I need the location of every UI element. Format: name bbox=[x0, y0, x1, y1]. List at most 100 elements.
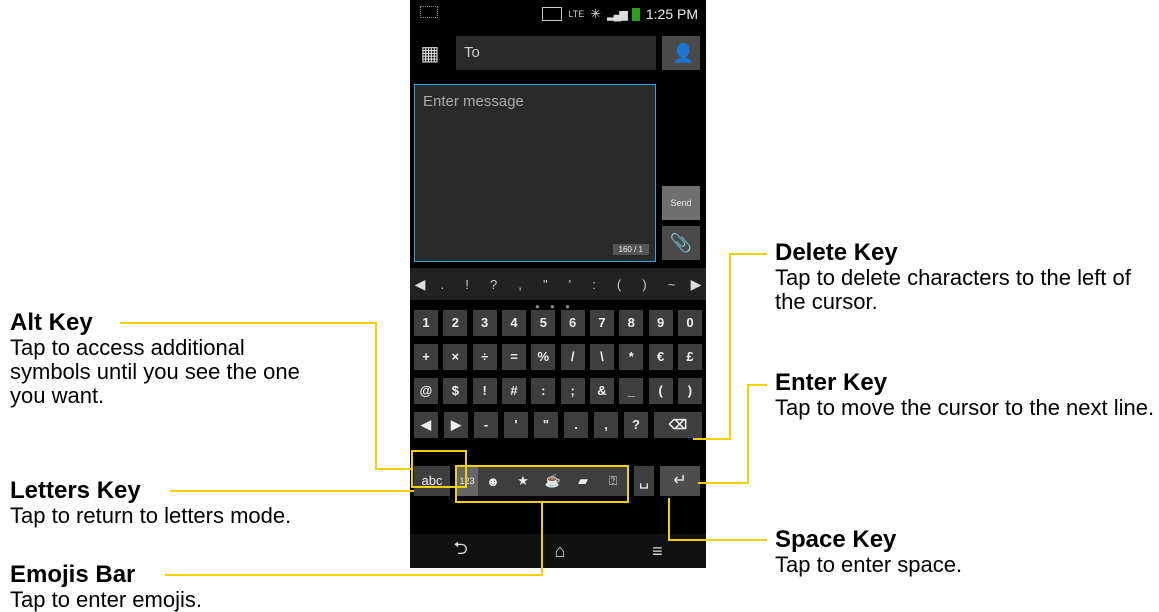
key[interactable]: ; bbox=[560, 378, 585, 404]
space-key-desc: Tap to enter space. bbox=[775, 552, 963, 577]
alt-key-callout: Alt Key Tap to access additional symbols… bbox=[10, 310, 350, 408]
key[interactable]: _ bbox=[619, 378, 644, 404]
symbol-suggestion[interactable]: ( bbox=[617, 277, 621, 292]
key[interactable]: 6 bbox=[560, 310, 585, 336]
key[interactable]: % bbox=[531, 344, 556, 370]
cursor-right-key[interactable]: ▶ bbox=[444, 412, 468, 438]
key[interactable]: 8 bbox=[619, 310, 644, 336]
letters-key-callout: Letters Key Tap to return to letters mod… bbox=[10, 478, 390, 528]
delete-key-line-h bbox=[693, 438, 730, 440]
key[interactable]: × bbox=[443, 344, 468, 370]
back-icon[interactable]: ⮌ bbox=[453, 536, 467, 566]
scroll-right-icon[interactable]: ▶ bbox=[686, 276, 706, 293]
key[interactable]: ' bbox=[504, 412, 528, 438]
key[interactable]: , bbox=[594, 412, 618, 438]
key[interactable]: 5 bbox=[531, 310, 556, 336]
key[interactable]: 3 bbox=[472, 310, 497, 336]
key-row-3: @ $! #:; & _() bbox=[410, 378, 706, 404]
message-placeholder: Enter message bbox=[423, 93, 524, 110]
alt-key-line-v bbox=[375, 322, 377, 469]
symbol-suggestion[interactable]: ) bbox=[642, 277, 646, 292]
key[interactable]: + bbox=[414, 344, 438, 370]
enter-key[interactable]: ↵ bbox=[660, 466, 700, 496]
symbol-suggestion[interactable]: , bbox=[518, 277, 522, 292]
key[interactable]: 9 bbox=[648, 310, 673, 336]
key[interactable]: € bbox=[648, 344, 673, 370]
key-row-2: + × ÷ =% / \ * € £ bbox=[410, 344, 706, 370]
navigation-bar: ⮌ ⌂ ≡ bbox=[410, 534, 706, 568]
delete-key-desc: Tap to delete characters to the left of … bbox=[775, 265, 1131, 314]
symbol-suggestion[interactable]: ? bbox=[490, 277, 497, 292]
key[interactable]: ) bbox=[677, 378, 702, 404]
cursor-left-key[interactable]: ◀ bbox=[414, 412, 438, 438]
enter-key-callout: Enter Key Tap to move the cursor to the … bbox=[775, 370, 1155, 420]
delete-key-callout: Delete Key Tap to delete characters to t… bbox=[775, 240, 1155, 314]
clock: 1:25 PM bbox=[645, 6, 698, 22]
home-icon[interactable]: ⌂ bbox=[555, 541, 566, 562]
space-key-line-v bbox=[668, 498, 670, 540]
key[interactable]: ( bbox=[648, 378, 673, 404]
to-field[interactable]: To bbox=[456, 36, 656, 70]
key[interactable]: : bbox=[531, 378, 556, 404]
keyboard: 1234567890 + × ÷ =% / \ * € £ @ $! #:; & _() ◀ ▶ - ' "… bbox=[410, 310, 706, 446]
scroll-left-icon[interactable]: ◀ bbox=[410, 276, 430, 293]
key[interactable]: $ bbox=[443, 378, 468, 404]
key[interactable]: \ bbox=[589, 344, 614, 370]
emojis-bar-title: Emojis Bar bbox=[10, 561, 136, 588]
send-button[interactable]: Send bbox=[662, 186, 700, 220]
enter-key-line-h bbox=[698, 482, 748, 484]
notification-icon bbox=[420, 6, 438, 18]
key[interactable]: & bbox=[589, 378, 614, 404]
key[interactable]: " bbox=[534, 412, 558, 438]
add-contact-button[interactable]: 👤 bbox=[662, 36, 700, 70]
symbol-suggestion[interactable]: ' bbox=[569, 277, 571, 292]
key[interactable]: ÷ bbox=[472, 344, 497, 370]
key[interactable]: £ bbox=[677, 344, 702, 370]
person-icon: 👤 bbox=[672, 43, 695, 63]
signal-icon: ▂▄▆ bbox=[607, 8, 628, 21]
key[interactable]: @ bbox=[414, 378, 438, 404]
letters-key-desc: Tap to return to letters mode. bbox=[10, 503, 292, 528]
message-input[interactable]: Enter message 160 / 1 bbox=[414, 84, 656, 262]
key[interactable]: ? bbox=[624, 412, 648, 438]
key[interactable]: # bbox=[501, 378, 526, 404]
delete-key-line-v bbox=[729, 253, 731, 440]
symbol-suggestion[interactable]: . bbox=[441, 277, 445, 292]
emojis-bar-line-v bbox=[541, 503, 543, 574]
key[interactable]: / bbox=[560, 344, 585, 370]
key[interactable]: * bbox=[619, 344, 644, 370]
symbol-suggestion[interactable]: ~ bbox=[668, 277, 676, 292]
delete-key-title: Delete Key bbox=[775, 239, 898, 266]
attach-button[interactable]: 📎 bbox=[662, 226, 700, 260]
enter-key-line-v bbox=[747, 384, 749, 484]
alt-key-desc: Tap to access additional symbols until y… bbox=[10, 335, 300, 408]
sync-icon: ✳ bbox=[590, 6, 602, 21]
symbol-suggestion[interactable]: ! bbox=[465, 277, 469, 292]
space-key[interactable]: ␣ bbox=[634, 466, 654, 496]
key[interactable]: . bbox=[564, 412, 588, 438]
contacts-group-icon[interactable]: ▦ bbox=[418, 42, 442, 66]
key[interactable]: = bbox=[501, 344, 526, 370]
delete-key-line-top bbox=[729, 253, 767, 255]
delete-key[interactable]: ⌫ bbox=[654, 412, 702, 438]
key[interactable]: 7 bbox=[589, 310, 614, 336]
key[interactable]: 0 bbox=[677, 310, 702, 336]
key[interactable]: - bbox=[474, 412, 498, 438]
key[interactable]: 4 bbox=[501, 310, 526, 336]
symbol-suggestion[interactable]: " bbox=[543, 277, 548, 292]
menu-icon[interactable]: ≡ bbox=[652, 541, 663, 562]
symbol-suggestion[interactable]: : bbox=[592, 277, 596, 292]
key[interactable]: 2 bbox=[443, 310, 468, 336]
character-counter: 160 / 1 bbox=[612, 244, 649, 255]
alt-key-title: Alt Key bbox=[10, 309, 93, 336]
alt-key-line-h2 bbox=[375, 468, 411, 470]
key[interactable]: ! bbox=[472, 378, 497, 404]
enter-key-line-top bbox=[747, 384, 767, 386]
network-type: LTE bbox=[568, 9, 585, 19]
emojis-bar-callout: Emojis Bar Tap to enter emojis. bbox=[10, 562, 310, 612]
symbol-suggestion-row: ◀ .!?, " ': () ~ ▶ bbox=[410, 268, 706, 300]
key[interactable]: 1 bbox=[414, 310, 438, 336]
letters-key-title: Letters Key bbox=[10, 477, 141, 504]
enter-key-desc: Tap to move the cursor to the next line. bbox=[775, 395, 1155, 420]
sim-icon bbox=[542, 7, 563, 21]
